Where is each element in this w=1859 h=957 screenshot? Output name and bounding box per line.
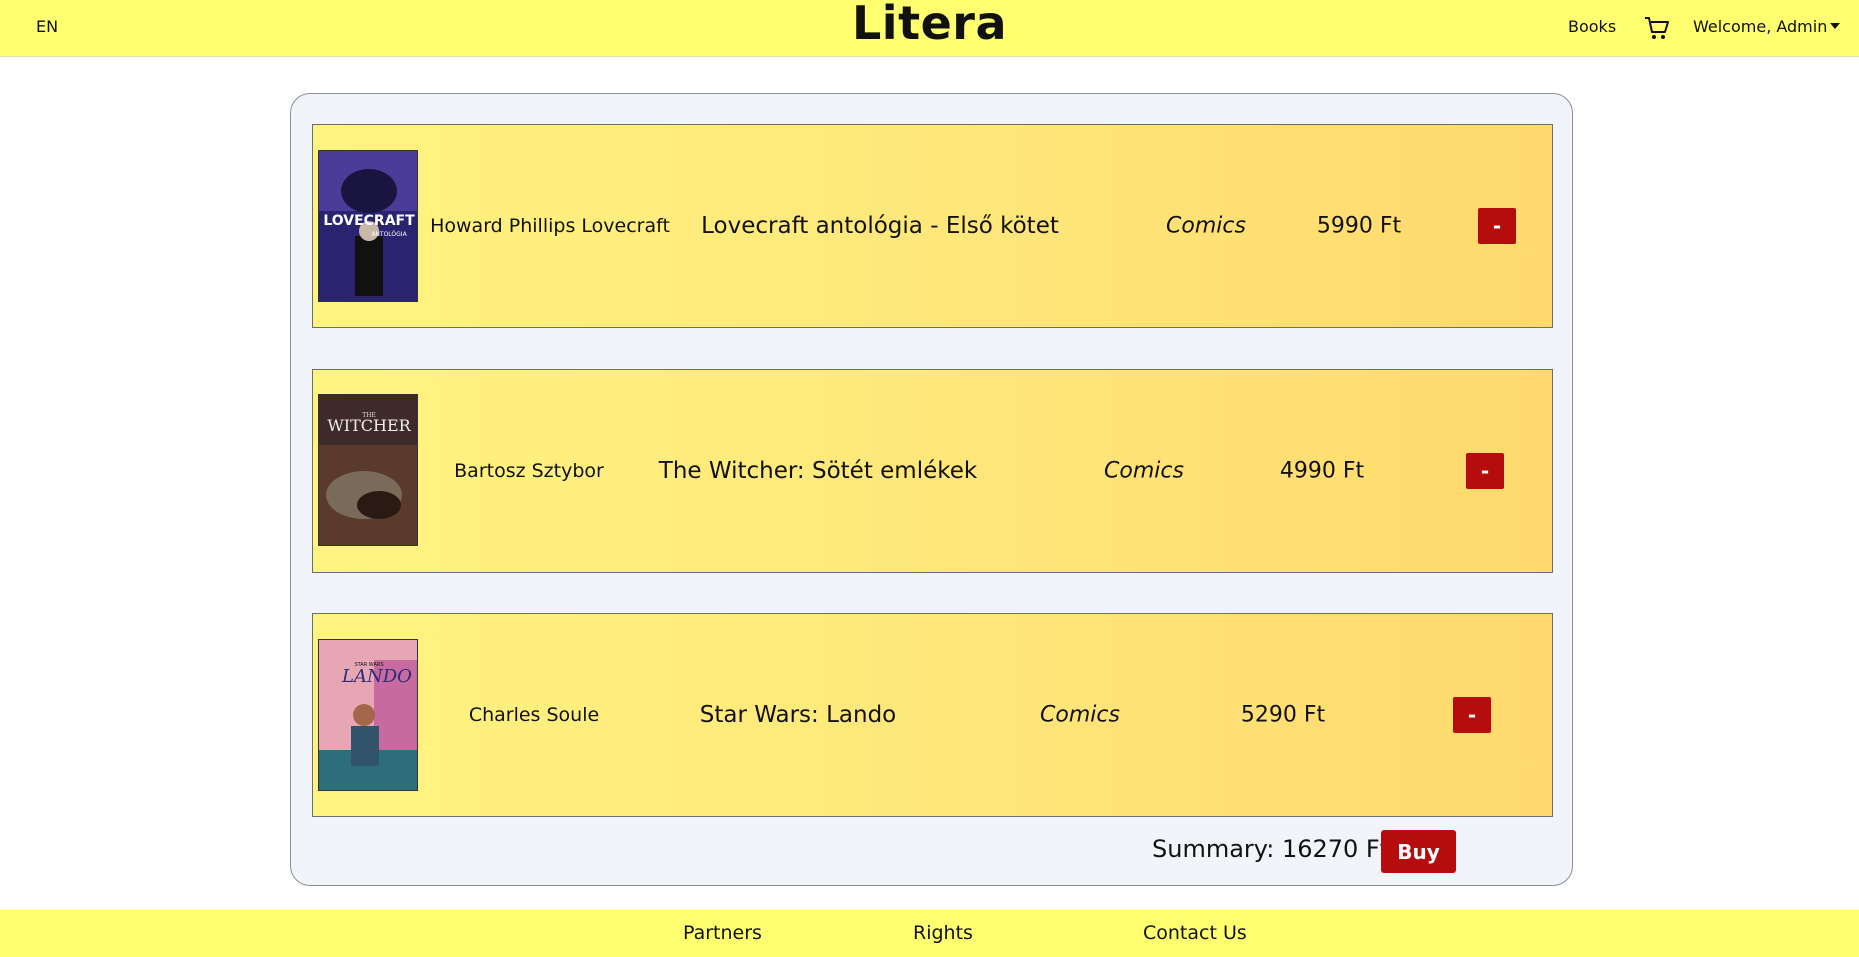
footer: Partners Rights Contact Us <box>0 910 1859 957</box>
buy-button[interactable]: Buy <box>1381 830 1456 873</box>
remove-item-button[interactable]: - <box>1453 697 1491 733</box>
cart-item: STAR WARS LANDO Charles Soule Star Wars:… <box>312 613 1553 817</box>
user-menu-label: Welcome, Admin <box>1693 17 1828 36</box>
svg-text:WITCHER: WITCHER <box>327 416 411 435</box>
remove-item-button[interactable]: - <box>1466 453 1504 489</box>
item-author: Charles Soule <box>468 704 600 726</box>
book-cover-image: THE WITCHER <box>318 394 418 546</box>
book-cover-image: STAR WARS LANDO <box>318 639 418 791</box>
cart-icon[interactable] <box>1643 14 1671 42</box>
svg-text:LOVECRAFT: LOVECRAFT <box>323 213 415 229</box>
item-title: Star Wars: Lando <box>699 702 897 728</box>
item-genre: Comics <box>1040 702 1120 728</box>
cart-panel: LOVECRAFT ANTOLÓGIA Howard Phillips Love… <box>290 93 1573 886</box>
item-title: Lovecraft antológia - Első kötet <box>701 213 1059 239</box>
chevron-down-icon <box>1830 23 1841 29</box>
item-price: 5290 Ft <box>1240 702 1326 728</box>
summary-total: Summary: 16270 Ft <box>1152 835 1390 863</box>
footer-rights-link[interactable]: Rights <box>913 922 973 944</box>
user-menu-dropdown[interactable]: Welcome, Admin <box>1693 17 1841 36</box>
cart-item: LOVECRAFT ANTOLÓGIA Howard Phillips Love… <box>312 124 1553 328</box>
book-cover-image: LOVECRAFT ANTOLÓGIA <box>318 150 418 302</box>
language-selector[interactable]: EN <box>36 17 58 36</box>
svg-text:LANDO: LANDO <box>341 666 412 687</box>
item-title: The Witcher: Sötét emlékek <box>658 458 978 484</box>
item-genre: Comics <box>1166 213 1246 239</box>
cart-summary: Summary: 16270 Ft Buy <box>291 830 1572 874</box>
brand-logo[interactable]: Litera <box>852 0 1007 50</box>
cart-item: THE WITCHER Bartosz Sztybor The Witcher:… <box>312 369 1553 573</box>
item-author: Howard Phillips Lovecraft <box>430 215 670 237</box>
nav-books-link[interactable]: Books <box>1568 17 1616 36</box>
item-genre: Comics <box>1104 458 1184 484</box>
footer-contact-link[interactable]: Contact Us <box>1143 922 1247 944</box>
svg-text:ANTOLÓGIA: ANTOLÓGIA <box>371 231 407 238</box>
remove-item-button[interactable]: - <box>1478 208 1516 244</box>
top-navbar: EN Litera Books Welcome, Admin <box>0 0 1859 57</box>
footer-partners-link[interactable]: Partners <box>683 922 762 944</box>
item-price: 5990 Ft <box>1316 213 1402 239</box>
item-price: 4990 Ft <box>1279 458 1365 484</box>
item-author: Bartosz Sztybor <box>454 460 604 482</box>
